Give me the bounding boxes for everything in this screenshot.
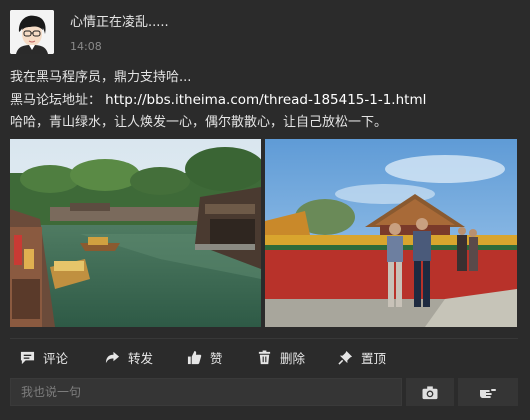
divider [10, 338, 518, 339]
share-label: 转发 [128, 350, 154, 366]
post-line-3: 哈哈，青山绿水，让人焕发一心，偶尔散散心，让自己放松一下。 [10, 115, 388, 130]
share-arrow-icon [105, 351, 120, 363]
username[interactable]: 心情正在凌乱..... [70, 11, 169, 30]
camera-icon [422, 385, 438, 399]
trash-icon [258, 349, 271, 364]
post-line-1: 我在黑马程序员，鼎力支持哈... [10, 70, 192, 85]
share-button[interactable]: 转发 [105, 343, 153, 371]
pin-button[interactable]: 置顶 [338, 343, 386, 371]
like-button[interactable]: 赞 [187, 343, 223, 371]
camera-button[interactable] [406, 378, 454, 406]
avatar[interactable] [10, 10, 54, 54]
photo-palace[interactable] [265, 139, 517, 327]
delete-button[interactable]: 删除 [257, 343, 305, 371]
comment-icon [20, 351, 35, 364]
pin-label: 置顶 [361, 350, 387, 366]
pin-icon [338, 350, 353, 365]
reply-input[interactable] [10, 378, 402, 406]
send-button[interactable] [458, 378, 518, 406]
like-label: 赞 [210, 350, 223, 366]
photo-canal[interactable] [10, 139, 261, 327]
comment-button[interactable]: 评论 [20, 343, 68, 371]
post-card: 心情正在凌乱..... 14:08 我在黑马程序员，鼎力支持哈... 黑马论坛地… [0, 0, 530, 420]
post-line-2: 黑马论坛地址： http://bbs.itheima.com/thread-18… [10, 89, 525, 112]
delete-label: 删除 [280, 350, 306, 366]
comment-label: 评论 [43, 350, 69, 366]
post-time: 14:08 [70, 40, 102, 53]
thumbs-up-icon [187, 350, 202, 364]
action-bar: 评论 转发 赞 删除 置顶 [10, 343, 520, 371]
post-text: 我在黑马程序员，鼎力支持哈... 黑马论坛地址： http://bbs.ithe… [10, 67, 525, 134]
forum-link[interactable]: http://bbs.itheima.com/thread-185415-1-1… [105, 92, 426, 108]
forum-address-label: 黑马论坛地址： [10, 93, 102, 108]
pointing-hand-icon [480, 389, 496, 398]
